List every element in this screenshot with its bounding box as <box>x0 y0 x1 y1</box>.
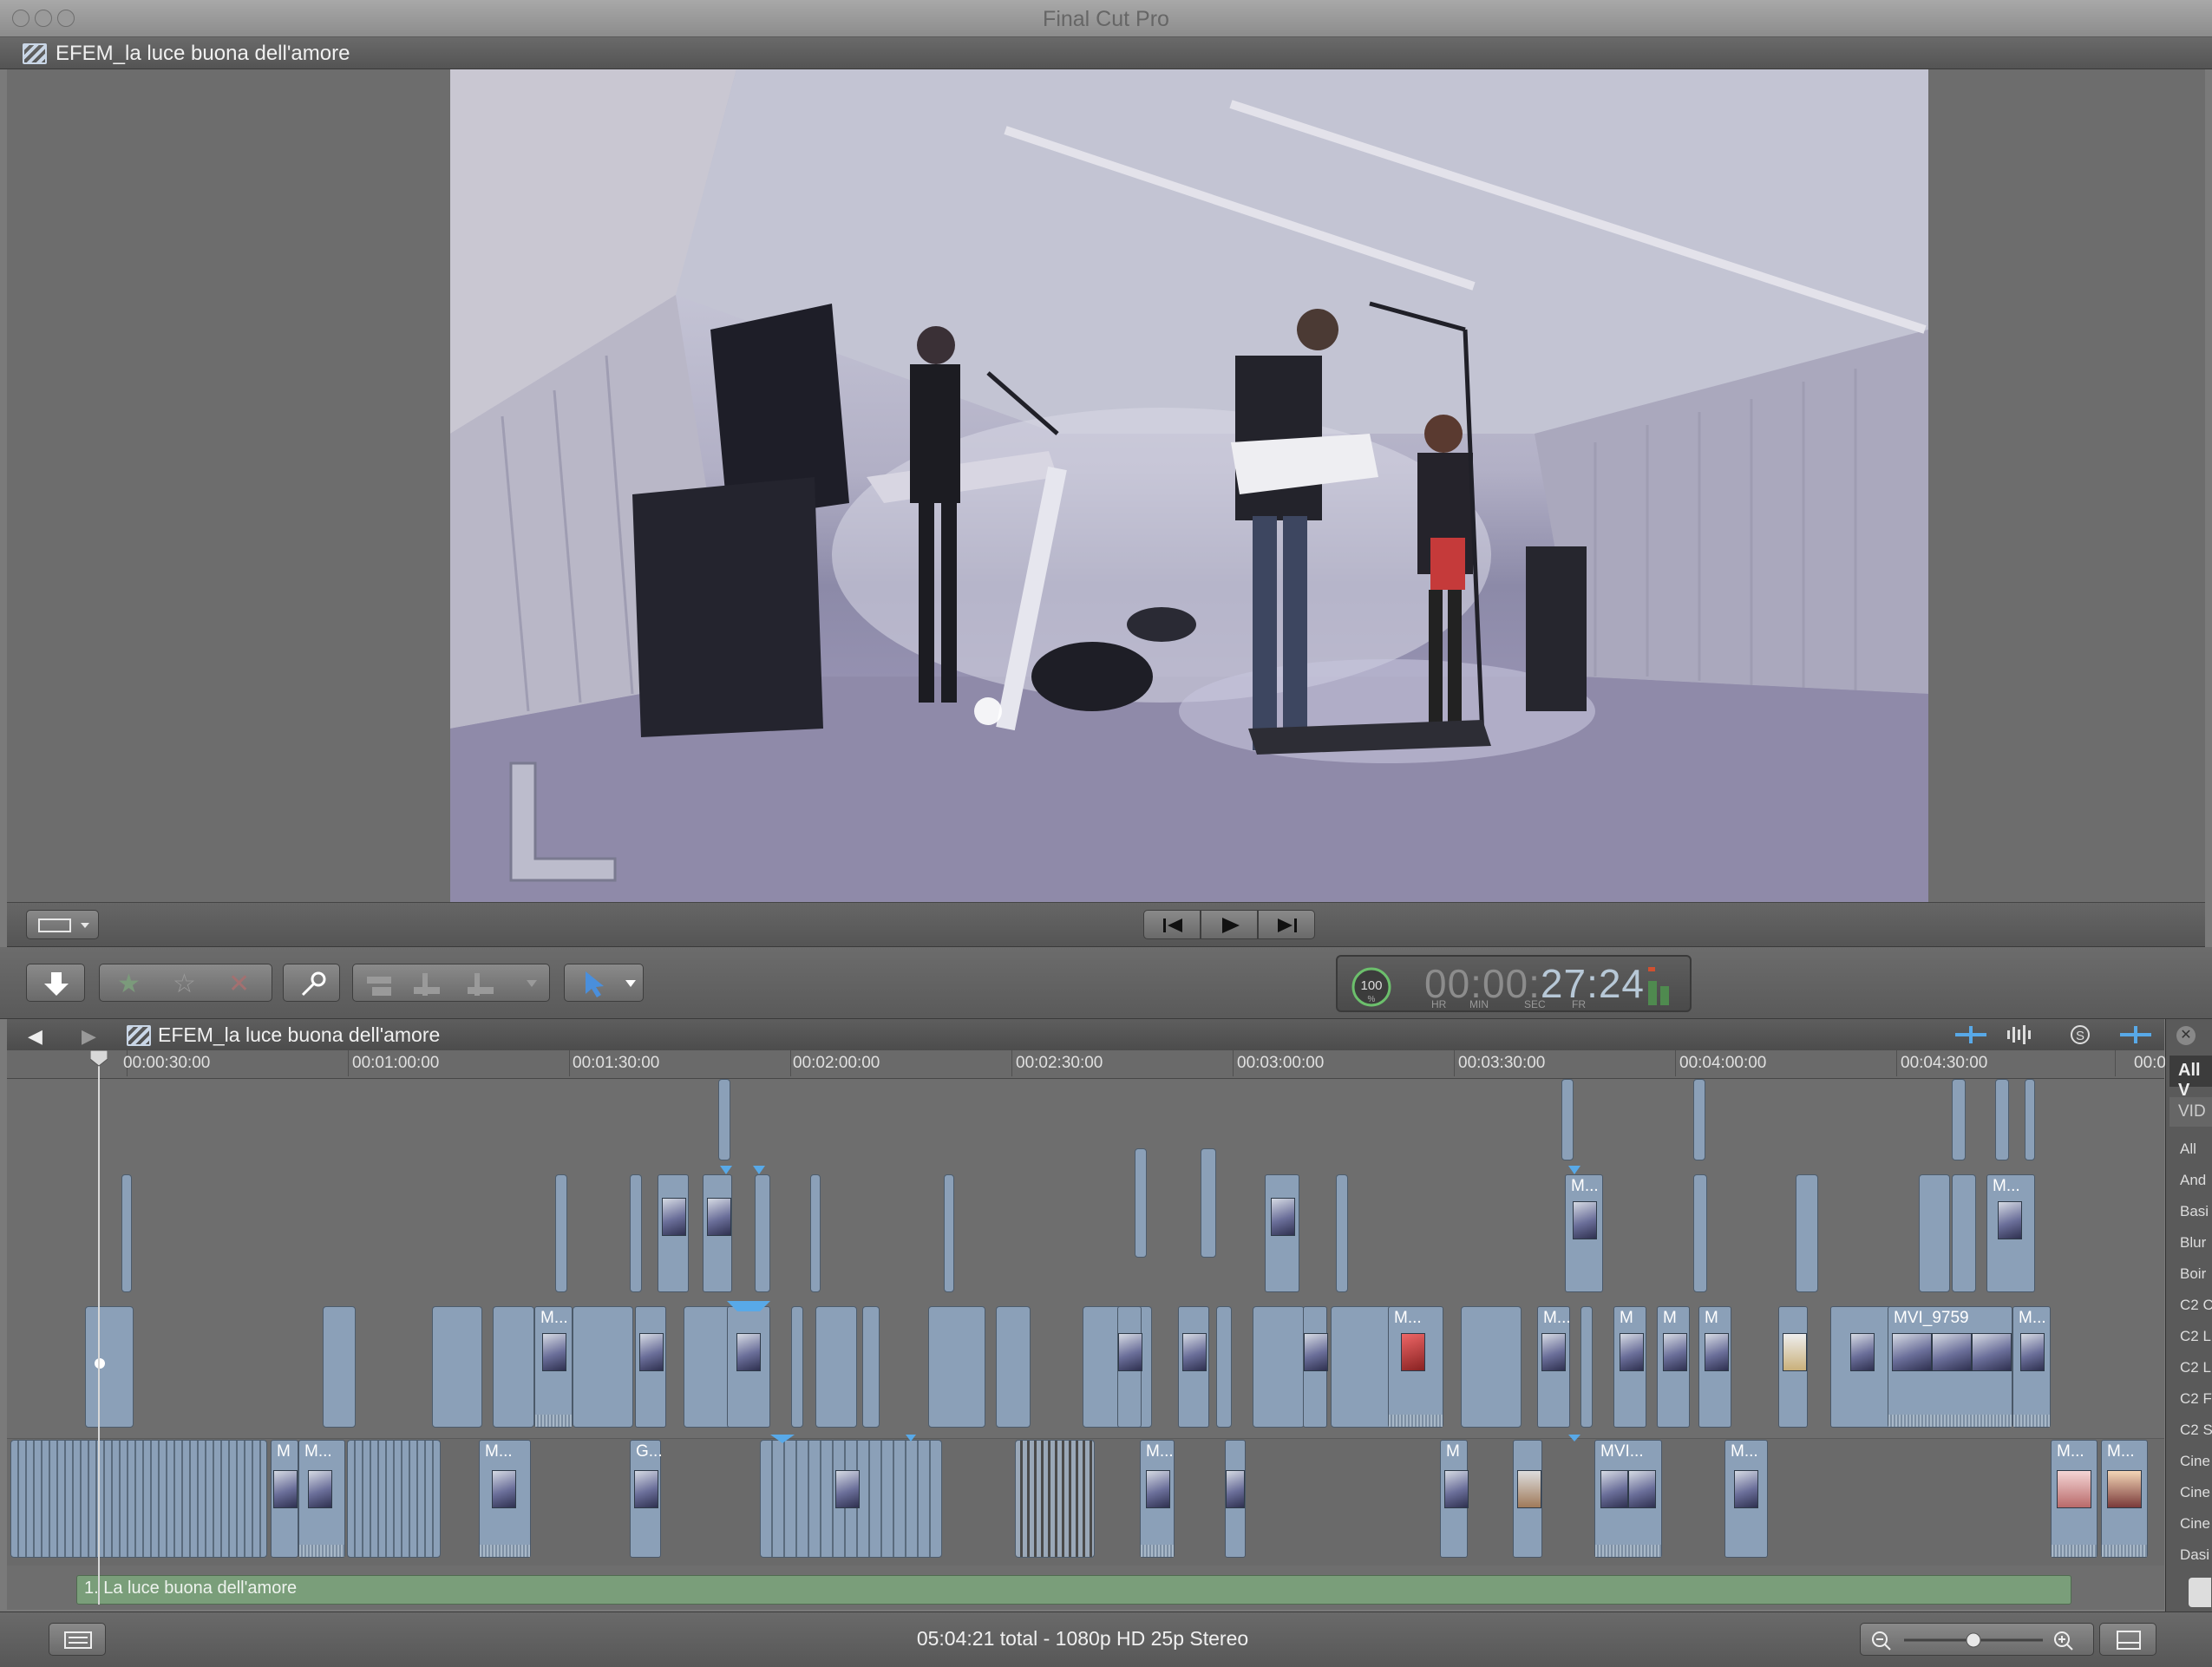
reject-x-icon: ✕ <box>228 970 250 998</box>
index-item[interactable]: Basi <box>2180 1203 2209 1220</box>
timeline-project-title: EFEM_la luce buona dell'amore <box>158 1023 441 1046</box>
skip-back-icon <box>1163 918 1182 932</box>
ruler-label: 00:02:30:00 <box>1016 1054 1103 1072</box>
window-titlebar: Final Cut Pro <box>0 0 2212 37</box>
skip-forward-icon <box>1278 918 1297 932</box>
viewer-project-title: EFEM_la luce buona dell'amore <box>56 42 350 65</box>
playhead[interactable] <box>98 1056 100 1605</box>
index-item[interactable]: Cine <box>2180 1484 2210 1501</box>
ruler-label: 00:03:30:00 <box>1458 1054 1546 1072</box>
index-item[interactable]: Cine <box>2180 1453 2210 1470</box>
timeline-ruler[interactable]: 00:00:30:00 00:01:00:00 00:01:30:00 00:0… <box>7 1050 2166 1079</box>
key-icon <box>301 971 326 997</box>
timeline-header: ◀ ▶ EFEM_la luce buona dell'amore S <box>7 1019 2164 1051</box>
history-forward-icon[interactable]: ▶ <box>82 1025 96 1048</box>
snapping-icon <box>2120 1026 2151 1043</box>
film-strip-icon <box>2117 1631 2141 1650</box>
go-to-start-button[interactable] <box>1143 910 1201 939</box>
status-bar: 05:04:21 total - 1080p HD 25p Stereo <box>0 1611 2212 1667</box>
unrate-star-icon: ☆ <box>173 970 196 998</box>
index-item[interactable]: C2 S <box>2180 1422 2212 1439</box>
viewer-controls-bar <box>7 902 2205 947</box>
index-item[interactable]: Boir <box>2180 1265 2206 1283</box>
app-title: Final Cut Pro <box>1043 7 1169 31</box>
timeline-body[interactable]: M... M... M... M... M... M M M MVI_9759 … <box>7 1079 2164 1610</box>
ruler-label: 00:01:30:00 <box>573 1054 660 1072</box>
index-item[interactable]: C2 L <box>2180 1359 2211 1376</box>
audio-skimming-icon <box>2007 1025 2031 1044</box>
concert-frame-image <box>450 69 1928 902</box>
index-item[interactable]: C2 C <box>2180 1297 2212 1314</box>
viewer-display-options-button[interactable] <box>26 910 99 939</box>
zoom-slider[interactable] <box>1860 1623 2094 1656</box>
index-item[interactable]: And <box>2180 1172 2206 1189</box>
timecode-label-hr: HR <box>1431 998 1447 1010</box>
audio-track-clip[interactable]: 1. La luce buona dell'amore <box>76 1575 2071 1605</box>
timecode-label-sec: SEC <box>1524 998 1546 1010</box>
ruler-label: 00:04:30:00 <box>1901 1054 1988 1072</box>
edit-buttons-group <box>352 964 550 1002</box>
ruler-label: 00:03:00:00 <box>1237 1054 1325 1072</box>
clip-appearance-button[interactable] <box>2099 1623 2156 1656</box>
timeline-index-panel: ✕ All V VID All And Basi Blur Boir C2 C … <box>2165 1019 2212 1618</box>
history-back-icon[interactable]: ◀ <box>28 1025 43 1048</box>
index-item[interactable]: Cine <box>2180 1515 2210 1533</box>
audio-meter-icon[interactable] <box>1645 965 1674 1005</box>
index-scroll-handle[interactable] <box>2189 1578 2211 1607</box>
zoom-dial-icon: 100 % <box>1351 967 1391 1007</box>
ruler-label: 00:02:00:00 <box>793 1054 880 1072</box>
project-clapper-icon <box>23 43 47 64</box>
audio-track-label: 1. La luce buona dell'amore <box>84 1579 298 1598</box>
project-info: 05:04:21 total - 1080p HD 25p Stereo <box>916 1627 1249 1650</box>
go-to-end-button[interactable] <box>1258 910 1315 939</box>
favorite-star-icon: ★ <box>117 970 141 998</box>
rating-buttons-group: ★ ☆ ✕ <box>99 964 272 1002</box>
svg-text:S: S <box>2076 1029 2084 1043</box>
import-media-button[interactable] <box>26 964 85 1002</box>
ruler-label: 00:01:00:00 <box>352 1054 440 1072</box>
arrow-pointer-icon <box>586 971 636 997</box>
timecode-display[interactable]: 100 % 00:00:27:24 HR MIN SEC FR <box>1336 955 1692 1012</box>
play-button[interactable] <box>1201 910 1258 939</box>
zoom-in-icon <box>2054 1631 2073 1651</box>
timeline-project-icon <box>127 1025 151 1046</box>
playhead-handle-icon[interactable] <box>90 1050 108 1068</box>
viewer-options-icon <box>38 918 89 932</box>
ruler-label: 00:00:30:00 <box>123 1054 211 1072</box>
index-section-header: VID <box>2169 1097 2212 1127</box>
zoom-slider-knob <box>1966 1632 1981 1648</box>
close-index-icon[interactable]: ✕ <box>2176 1026 2196 1045</box>
ruler-label: 00:0 <box>2134 1054 2166 1072</box>
main-toolbar: ★ ☆ ✕ <box>0 947 2212 1019</box>
index-item[interactable]: Dasi <box>2180 1546 2209 1564</box>
select-tool-button[interactable] <box>564 964 644 1002</box>
keyword-button[interactable] <box>283 964 340 1002</box>
clip-appearance-icon <box>1955 1026 1986 1043</box>
video-frame[interactable] <box>450 69 1928 902</box>
viewer-header: EFEM_la luce buona dell'amore <box>0 37 2212 69</box>
index-item[interactable]: Blur <box>2180 1234 2206 1252</box>
timecode-label-min: MIN <box>1469 998 1489 1010</box>
index-item[interactable]: C2 L <box>2180 1328 2211 1345</box>
solo-icon: S <box>2071 1025 2090 1044</box>
timeline-markers <box>95 1166 1580 1443</box>
index-item[interactable]: C2 F <box>2180 1390 2212 1408</box>
index-filter-tab[interactable]: All V <box>2169 1056 2212 1100</box>
ruler-label: 00:04:00:00 <box>1679 1054 1767 1072</box>
timecode-label-fr: FR <box>1572 998 1586 1010</box>
svg-text:100: 100 <box>1360 978 1382 993</box>
zoom-out-icon <box>1872 1631 1891 1651</box>
play-icon <box>1222 918 1240 933</box>
svg-text:%: % <box>1368 995 1376 1004</box>
import-arrow-icon <box>44 972 69 996</box>
index-item[interactable]: All <box>2180 1141 2196 1158</box>
